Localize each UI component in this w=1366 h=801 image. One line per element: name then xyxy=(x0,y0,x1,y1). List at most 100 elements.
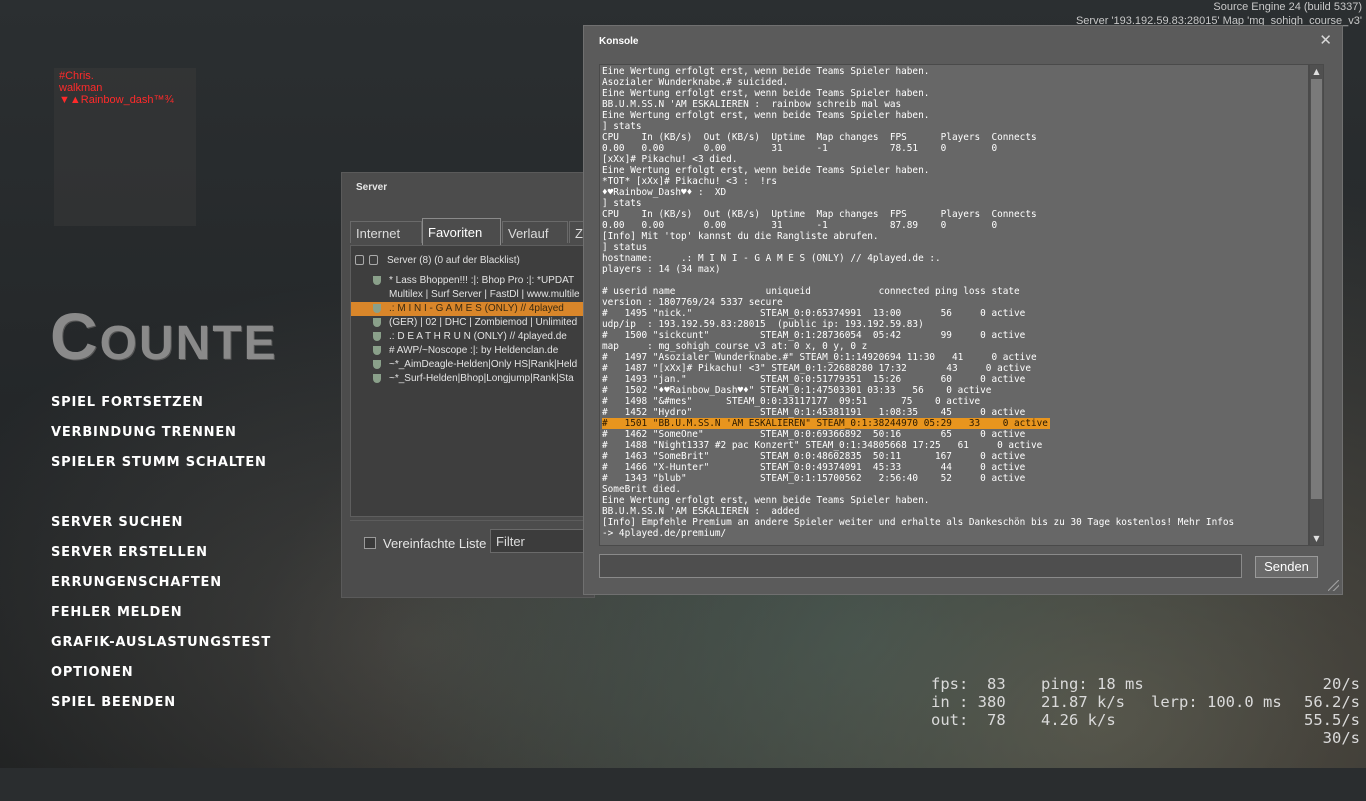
logo-letters: E xyxy=(243,317,278,370)
console-line: -> 4played.de/premium/ xyxy=(602,528,727,539)
console-line: CPU In (KB/s) Out (KB/s) Uptime Map chan… xyxy=(602,209,1037,220)
vac-shield-icon xyxy=(373,332,381,341)
console-line: # 1487 "[xXx]# Pikachu! <3" STEAM_0:1:22… xyxy=(602,363,1031,374)
menu-quit-game[interactable]: SPIEL BEENDEN xyxy=(51,695,176,710)
menu-stress-test[interactable]: GRAFIK-AUSLASTUNGSTEST xyxy=(51,635,271,650)
console-line: [Info] Empfehle Premium an andere Spiele… xyxy=(602,517,1235,528)
menu-resume-game[interactable]: SPIEL FORTSETZEN xyxy=(51,395,204,410)
console-line: ] stats xyxy=(602,198,642,209)
console-line: SomeBrit died. xyxy=(602,484,682,495)
tab-history[interactable]: Verlauf xyxy=(502,221,568,243)
lock-icon[interactable] xyxy=(355,255,364,265)
player-name: walkman xyxy=(59,82,103,94)
console-line: # 1488 "Night1337 #2 pac Konzert" STEAM_… xyxy=(602,440,1043,451)
console-line: version : 1807769/24 5337 secure xyxy=(602,297,783,308)
server-row[interactable]: ~*_Surf-Helden|Bhop|Longjump|Rank|Sta xyxy=(351,372,595,386)
vac-shield-icon xyxy=(373,304,381,313)
menu-disconnect[interactable]: VERBINDUNG TRENNEN xyxy=(51,425,237,440)
console-line: Eine Wertung erfolgt erst, wenn beide Te… xyxy=(602,110,930,121)
console-line: Eine Wertung erfolgt erst, wenn beide Te… xyxy=(602,495,930,506)
console-line: # 1462 "SomeOne" STEAM_0:0:69366892 50:1… xyxy=(602,429,1026,440)
vac-shield-icon xyxy=(373,374,381,383)
console-output[interactable]: Eine Wertung erfolgt erst, wenn beide Te… xyxy=(599,64,1309,546)
server-browser-window: Server Internet Favoriten Verlauf Z Serv… xyxy=(341,172,596,598)
console-scrollbar[interactable]: ▲ ▼ xyxy=(1309,64,1324,546)
simplified-list-checkbox[interactable] xyxy=(364,537,376,549)
scroll-down-icon[interactable]: ▼ xyxy=(1312,534,1321,543)
player-name: ▼▲Rainbow_dash™¾ xyxy=(59,94,174,106)
console-line: Eine Wertung erfolgt erst, wenn beide Te… xyxy=(602,88,930,99)
console-line: BB.U.M.SS.N 'AM ESKALIEREN : rainbow sch… xyxy=(602,99,902,110)
filter-dropdown[interactable] xyxy=(490,529,594,553)
scroll-up-icon[interactable]: ▲ xyxy=(1312,67,1321,76)
vac-shield-icon xyxy=(373,276,381,285)
console-line: Asozialer Wunderknabe.# suicided. xyxy=(602,77,789,88)
console-line: # 1495 "nick." STEAM_0:0:65374991 13:00 … xyxy=(602,308,1026,319)
console-title: Konsole xyxy=(599,36,639,47)
engine-build: Source Engine 24 (build 5337) xyxy=(1213,1,1362,13)
send-button[interactable]: Senden xyxy=(1255,556,1318,578)
out-readout: out: 78 xyxy=(931,711,1006,729)
console-line: 0.00 0.00 0.00 31 -1 87.89 0 0 xyxy=(602,220,998,231)
out-rate-readout: 4.26 k/s xyxy=(1041,711,1116,729)
in-pps-readout: 56.2/s xyxy=(1304,693,1360,711)
in-readout: in : 380 xyxy=(931,693,1006,711)
menu-create-server[interactable]: SERVER ERSTELLEN xyxy=(51,545,208,560)
net-graph: fps: 83 ping: 18 ms 20/s in : 380 21.87 … xyxy=(931,675,1364,765)
server-row[interactable]: ~*_AimDeagle-Helden|Only HS|Rank|Held xyxy=(351,358,595,372)
menu-find-servers[interactable]: SERVER SUCHEN xyxy=(51,515,183,530)
console-line: # 1498 "&#mes" STEAM_0:0:33117177 09:51 … xyxy=(602,396,981,407)
scroll-thumb[interactable] xyxy=(1311,79,1322,499)
console-line: # 1502 "♦♥Rainbow_Dash♥♦" STEAM_0:1:4750… xyxy=(602,385,992,396)
console-line: CPU In (KB/s) Out (KB/s) Uptime Map chan… xyxy=(602,132,1037,143)
console-line: BB.U.M.SS.N 'AM ESKALIEREN : added xyxy=(602,506,800,517)
console-line: ♦♥Rainbow_Dash♥♦ : XD xyxy=(602,187,727,198)
tab-favorites[interactable]: Favoriten xyxy=(422,218,501,245)
engine-info: Source Engine 24 (build 5337) Server '19… xyxy=(1076,0,1362,28)
player-list-overlay: #Chris. walkman ▼▲Rainbow_dash™¾ xyxy=(54,68,196,226)
console-line: Eine Wertung erfolgt erst, wenn beide Te… xyxy=(602,66,930,77)
resize-grip-icon[interactable] xyxy=(1328,580,1339,591)
lerp-readout: lerp: 100.0 ms xyxy=(1151,693,1282,711)
vac-shield-icon xyxy=(373,346,381,355)
menu-report-bug[interactable]: FEHLER MELDEN xyxy=(51,605,182,620)
console-line: ] status xyxy=(602,242,648,253)
tab-internet[interactable]: Internet xyxy=(350,221,422,243)
server-row[interactable]: # AWP/~Noscope :|: by Heldenclan.de xyxy=(351,344,595,358)
server-list-count[interactable]: Server (8) (0 auf der Blacklist) xyxy=(387,255,520,266)
in-rate-readout: 21.87 k/s xyxy=(1041,693,1125,711)
console-line: 0.00 0.00 0.00 31 -1 78.51 0 0 xyxy=(602,143,998,154)
server-row[interactable]: * Lass Bhoppen!!! :|: Bhop Pro :|: *UPDA… xyxy=(351,274,595,288)
server-row-selected[interactable]: .: M I N I - G A M E S (ONLY) // 4played xyxy=(351,302,595,316)
console-line: map : mg_sohigh_course_v3 at: 0 x, 0 y, … xyxy=(602,341,868,352)
server-row[interactable]: .: D E A T H R U N (ONLY) // 4played.de xyxy=(351,330,595,344)
console-line: # 1343 "blub" STEAM_0:1:15700562 2:56:40… xyxy=(602,473,1026,484)
console-line: # 1463 "SomeBrit" STEAM_0:0:48602835 50:… xyxy=(602,451,1026,462)
server-row[interactable]: (GER) | 02 | DHC | Zombiemod | Unlimited xyxy=(351,316,595,330)
ping-readout: ping: 18 ms xyxy=(1041,675,1144,693)
fps-readout: fps: 83 xyxy=(931,675,1006,693)
console-line: ] stats xyxy=(602,121,642,132)
console-line: # 1452 "Hydro" STEAM_0:1:45381191 1:08:3… xyxy=(602,407,1026,418)
game-logo: COUNTE xyxy=(50,298,278,374)
menu-mute-players[interactable]: SPIELER STUMM SCHALTEN xyxy=(51,455,267,470)
menu-options[interactable]: OPTIONEN xyxy=(51,665,133,680)
shield-icon[interactable] xyxy=(369,255,378,265)
server-browser-title: Server xyxy=(356,182,388,193)
update-rate-readout: 30/s xyxy=(1322,729,1360,747)
logo-letter: C xyxy=(50,299,100,373)
console-line: # userid name uniqueid connected ping lo… xyxy=(602,286,1020,297)
server-browser-footer: Vereinfachte Liste xyxy=(350,520,594,598)
vac-shield-icon xyxy=(373,318,381,327)
cmdrate-readout: 20/s xyxy=(1322,675,1360,693)
server-row[interactable]: Multilex | Surf Server | FastDl | www.mu… xyxy=(351,288,595,302)
out-pps-readout: 55.5/s xyxy=(1304,711,1360,729)
close-icon[interactable]: ✕ xyxy=(1319,31,1332,49)
console-line: hostname: .: M I N I - G A M E S (ONLY) … xyxy=(602,253,941,264)
menu-achievements[interactable]: ERRUNGENSCHAFTEN xyxy=(51,575,222,590)
console-line: udp/ip : 193.192.59.83:28015 (public ip:… xyxy=(602,319,924,330)
console-line-highlighted: # 1501 "BB.U.M.SS.N 'AM ESKALIEREN" STEA… xyxy=(602,418,1050,429)
console-command-input[interactable] xyxy=(599,554,1242,578)
console-line: [Info] Mit 'top' kannst du die Rangliste… xyxy=(602,231,879,242)
